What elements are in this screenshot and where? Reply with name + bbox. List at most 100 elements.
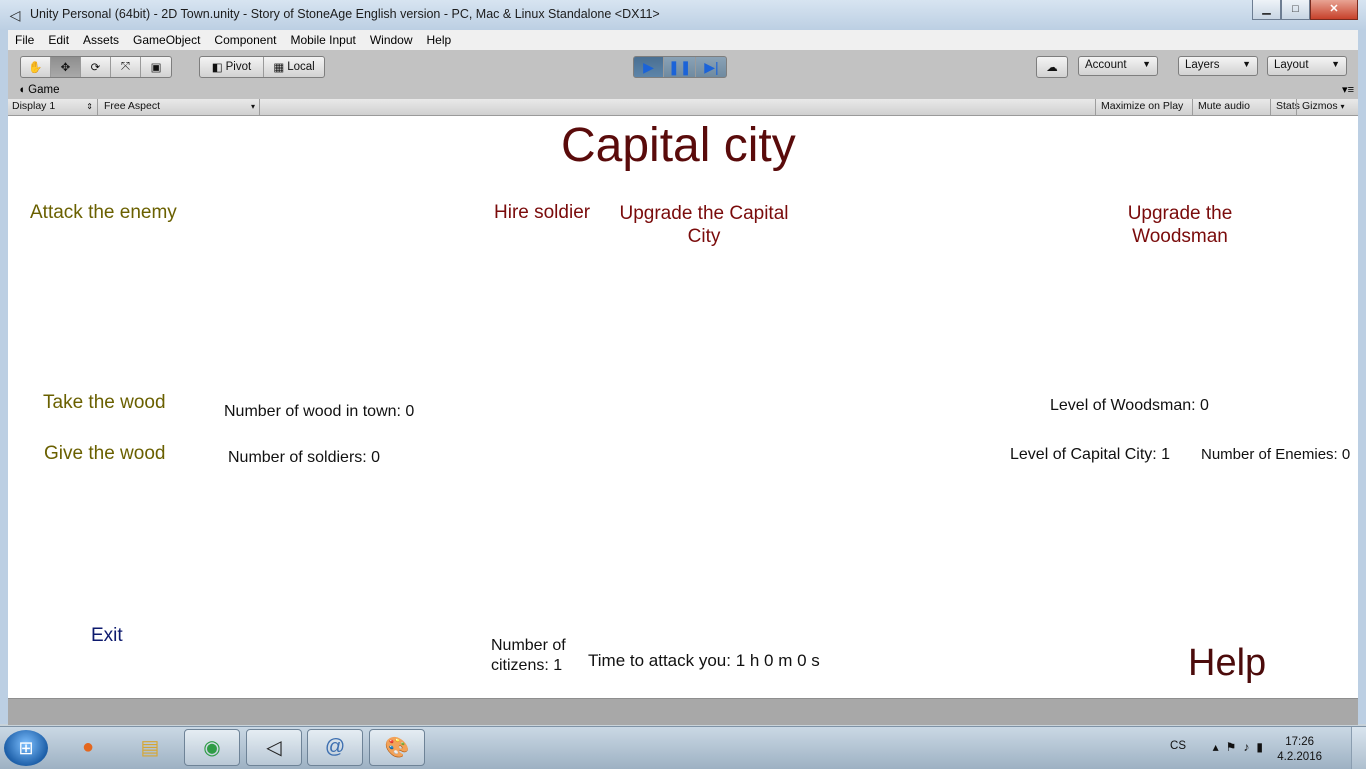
mute-audio-toggle[interactable]: Mute audio (1192, 99, 1255, 115)
game-tab[interactable]: ◖ Game (18, 84, 59, 96)
layers-dropdown[interactable]: Layers ▼ (1178, 56, 1258, 76)
menu-edit[interactable]: Edit (41, 33, 76, 47)
layout-label: Layout (1274, 59, 1309, 71)
show-hidden-icon[interactable]: ▴ (1213, 740, 1226, 754)
rotate-tool-button[interactable]: ⟳ (81, 57, 111, 77)
window-titlebar: ◁ Unity Personal (64bit) - 2D Town.unity… (0, 0, 1366, 31)
citizens-line2: citizens: 1 (491, 657, 563, 674)
display-label: Display 1 (12, 100, 56, 112)
taskbar-paint[interactable]: 🎨 (369, 729, 425, 766)
pivot-icon: ◧ (211, 62, 223, 74)
scale-icon: ⤧ (120, 60, 131, 73)
chrome-icon: ◉ (203, 737, 221, 759)
layers-label: Layers (1185, 59, 1220, 71)
attack-enemy-button[interactable]: Attack the enemy (30, 202, 177, 224)
game-tab-icon: ◖ (18, 84, 25, 96)
windows-logo-icon: ⊞ (18, 737, 34, 758)
move-tool-button[interactable]: ✥ (51, 57, 81, 77)
maximize-on-play-toggle[interactable]: Maximize on Play (1095, 99, 1188, 115)
move-icon: ✥ (60, 62, 71, 74)
menu-mobile-input[interactable]: Mobile Input (283, 33, 362, 47)
game-tab-label: Game (28, 84, 60, 96)
collab-group: ☁ (1036, 56, 1068, 78)
hire-soldier-button[interactable]: Hire soldier (494, 202, 590, 224)
tray-icons: ▴⚑♪▮ (1213, 740, 1270, 754)
paint-palette-icon: 🎨 (384, 737, 410, 759)
firefox-icon: ● (81, 736, 95, 758)
tab-menu-icon[interactable]: ▾≡ (1342, 83, 1354, 96)
upgrade-woodsman-line2: Woodsman (1132, 226, 1228, 247)
woodsman-level-label: Level of Woodsman: 0 (1050, 397, 1209, 414)
upgrade-capital-line2: City (687, 226, 721, 247)
taskbar-explorer[interactable]: ▤ (122, 729, 178, 766)
window-title: Unity Personal (64bit) - 2D Town.unity -… (30, 7, 660, 21)
rect-tool-button[interactable]: ▣ (141, 57, 171, 77)
pause-button[interactable]: ❚❚ (664, 57, 697, 77)
menu-component[interactable]: Component (207, 33, 283, 47)
menu-bar: File Edit Assets GameObject Component Mo… (8, 30, 1358, 50)
cloud-button[interactable]: ☁ (1037, 57, 1067, 77)
menu-file[interactable]: File (8, 33, 41, 47)
layout-dropdown[interactable]: Layout ▼ (1267, 56, 1347, 76)
pivot-button[interactable]: ◧ Pivot (200, 57, 264, 77)
start-button[interactable]: ⊞ (4, 730, 48, 766)
step-button[interactable]: ▶| (696, 57, 726, 77)
minimize-button[interactable]: ▁ (1252, 0, 1281, 20)
play-button[interactable]: ▶ (634, 57, 664, 77)
game-tab-header: ◖ Game ▾≡ (8, 84, 1358, 99)
network-icon[interactable]: ▮ (1256, 740, 1270, 754)
unity-icon: ◁ (266, 737, 282, 759)
taskbar-app5[interactable]: @ (307, 729, 363, 766)
gizmos-label: Gizmos (1302, 100, 1338, 112)
attack-timer-label: Time to attack you: 1 h 0 m 0 s (588, 651, 820, 670)
scale-tool-button[interactable]: ⤧ (111, 57, 141, 77)
pivot-toggles: ◧ Pivot ▦ Local (199, 56, 325, 78)
account-dropdown[interactable]: Account ▼ (1078, 56, 1158, 76)
flag-icon[interactable]: ⚑ (1226, 740, 1244, 754)
language-indicator[interactable]: CS (1170, 740, 1186, 752)
hand-tool-button[interactable]: ✋ (21, 57, 51, 77)
upgrade-capital-button[interactable]: Upgrade the Capital City (608, 202, 800, 248)
swirl-icon: @ (324, 736, 346, 758)
menu-window[interactable]: Window (363, 33, 420, 47)
chevron-down-icon: ▼ (1331, 59, 1340, 69)
taskbar-chrome[interactable]: ◉ (184, 729, 240, 766)
menu-help[interactable]: Help (420, 33, 459, 47)
gizmos-dropdown[interactable]: Gizmos ▾ (1296, 99, 1350, 115)
local-button[interactable]: ▦ Local (264, 57, 324, 77)
volume-icon[interactable]: ♪ (1243, 740, 1256, 754)
take-wood-button[interactable]: Take the wood (43, 392, 166, 414)
local-icon: ▦ (273, 62, 285, 74)
status-bar (8, 698, 1358, 725)
exit-button[interactable]: Exit (91, 625, 123, 647)
window-controls: ▁ □ ✕ (1252, 0, 1358, 20)
local-label: Local (287, 61, 315, 73)
pause-icon: ❚❚ (668, 58, 692, 75)
show-desktop-button[interactable] (1351, 727, 1366, 769)
aspect-dropdown[interactable]: Free Aspect ▾ (100, 99, 260, 115)
help-button[interactable]: Help (1188, 642, 1266, 685)
menu-assets[interactable]: Assets (76, 33, 126, 47)
maximize-button[interactable]: □ (1281, 0, 1310, 20)
play-icon: ▶ (643, 58, 654, 75)
transform-tools: ✋ ✥ ⟳ ⤧ ▣ (20, 56, 172, 78)
upgrade-woodsman-button[interactable]: Upgrade the Woodsman (1116, 202, 1244, 248)
display-dropdown[interactable]: Display 1 ⇕ (8, 99, 98, 115)
window-frame-left (0, 30, 8, 724)
chevron-down-icon: ▼ (1142, 59, 1151, 69)
citizens-count-label: Number of citizens: 1 (491, 636, 566, 676)
close-button[interactable]: ✕ (1310, 0, 1358, 20)
chevron-down-icon: ▾ (1340, 102, 1345, 111)
folder-icon: ▤ (140, 737, 160, 759)
account-label: Account (1085, 59, 1127, 71)
pivot-label: Pivot (225, 61, 252, 73)
window-frame-right (1358, 30, 1366, 724)
menu-gameobject[interactable]: GameObject (126, 33, 207, 47)
clock[interactable]: 17:26 4.2.2016 (1277, 735, 1322, 765)
page-title: Capital city (561, 119, 796, 172)
citizens-line1: Number of (491, 637, 566, 654)
clock-date: 4.2.2016 (1277, 751, 1322, 763)
give-wood-button[interactable]: Give the wood (44, 443, 165, 465)
taskbar-firefox[interactable]: ● (60, 729, 116, 766)
taskbar-unity[interactable]: ◁ (246, 729, 302, 766)
